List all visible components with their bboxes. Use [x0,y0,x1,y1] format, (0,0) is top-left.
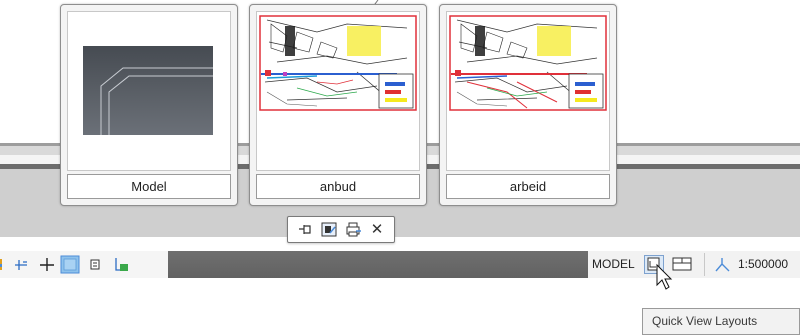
pin-icon[interactable] [296,221,314,238]
ucs-icon[interactable] [110,255,128,274]
thumbnail-label: anbud [256,174,420,199]
ortho-icon[interactable] [38,255,56,274]
polar-icon[interactable] [0,255,12,274]
model-edges [100,67,213,135]
model-space-label[interactable]: MODEL [592,257,635,271]
thumbnail-label: arbeid [446,174,610,199]
osnap-track-icon[interactable] [12,255,30,274]
grid-icon[interactable] [60,255,80,274]
mouse-cursor-icon [656,263,673,290]
layout-plan-image [257,12,419,136]
annotation-scale-label[interactable]: 1:500000 [738,257,788,271]
annotation-scale-icon[interactable] [713,256,731,273]
quick-view-drawings-button[interactable] [671,255,693,274]
new-layout-icon[interactable] [320,221,338,238]
close-icon[interactable]: ✕ [368,221,386,238]
quick-view-drawings-icon [672,257,692,271]
thumbnail-arbeid[interactable]: arbeid [439,4,617,206]
thumbnail-model[interactable]: Model [60,4,238,206]
divider [704,253,705,276]
model-preview [67,11,231,171]
status-bar: MODEL 1:500000 [0,251,800,278]
thumbnail-label: Model [67,174,231,199]
thumbnail-anbud[interactable]: anbud [249,4,427,206]
quick-view-toolbar: ✕ [287,216,395,243]
publish-icon[interactable] [344,221,362,238]
model-viewport [83,46,213,135]
display-icon[interactable] [86,255,104,274]
layout-preview [446,11,610,171]
layout-preview [256,11,420,171]
status-bar-toggles [0,251,168,278]
layout-plan-image [447,12,609,136]
tooltip: Quick View Layouts [642,308,800,335]
